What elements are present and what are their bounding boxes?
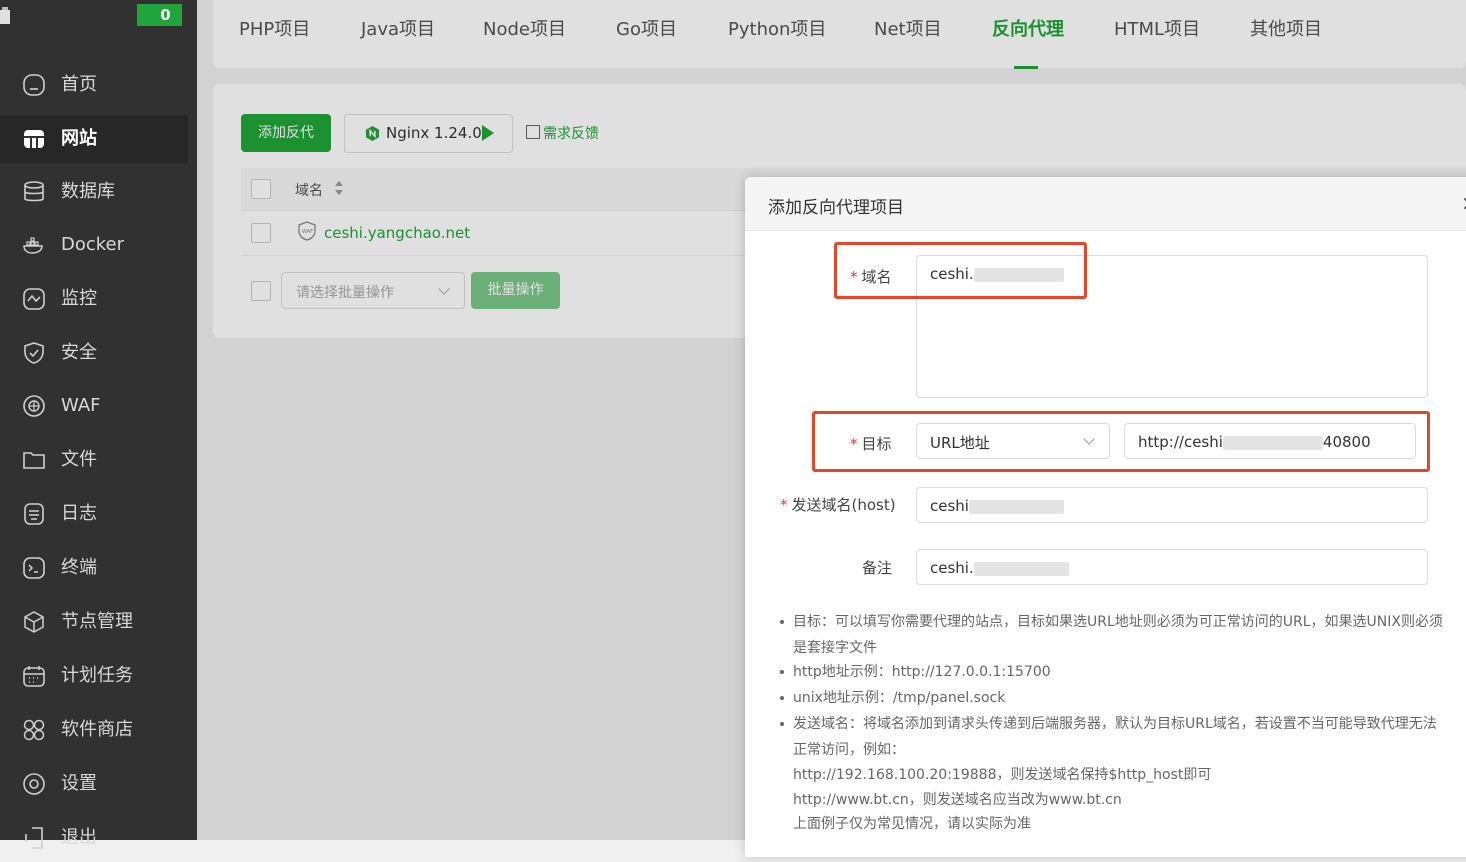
sidebar-item-settings[interactable]: 设置 xyxy=(0,760,188,808)
docker-icon xyxy=(23,237,43,254)
bullet xyxy=(780,670,784,674)
node-icon xyxy=(24,611,44,633)
sidebar-item-monitor[interactable]: 监控 xyxy=(0,275,188,323)
sidebar-item-store[interactable]: 软件商店 xyxy=(0,706,188,754)
monitor-icon xyxy=(23,288,45,310)
sidebar-item-docker[interactable]: Docker xyxy=(0,221,188,269)
home-icon xyxy=(23,74,45,96)
sidebar-item-label: 终端 xyxy=(61,557,97,578)
sidebar-item-database[interactable]: 数据库 xyxy=(0,168,188,216)
website-icon xyxy=(24,130,44,148)
sidebar-item-label: 计划任务 xyxy=(61,665,133,686)
terminal-icon xyxy=(23,557,45,579)
sidebar-item-label: 首页 xyxy=(61,74,97,95)
help-line: 目标：可以填写你需要代理的站点，目标如果选URL地址则必须为可正常访问的URL，… xyxy=(793,614,1443,630)
sidebar-item-label: 安全 xyxy=(61,342,97,363)
send-host-input[interactable]: ceshi xyxy=(916,487,1428,523)
sidebar-item-label: 退出 xyxy=(61,827,97,848)
help-line: http://192.168.100.20:19888，则发送域名保持$http… xyxy=(793,767,1212,783)
sidebar-item-label: 日志 xyxy=(61,503,97,524)
settings-icon xyxy=(23,773,45,795)
remark-input[interactable]: ceshi. xyxy=(916,549,1428,585)
highlight-box-target xyxy=(812,411,1430,472)
sidebar: 0 首页 网站 数据库 Docker 监控 安全 WAF 文件 日志 终端 节点… xyxy=(0,0,197,849)
bullet xyxy=(780,696,784,700)
close-icon[interactable]: × xyxy=(1461,191,1466,215)
database-icon xyxy=(24,181,44,202)
sidebar-item-label: 软件商店 xyxy=(61,719,133,740)
bullet xyxy=(780,722,784,726)
sidebar-item-files[interactable]: 文件 xyxy=(0,436,188,484)
host-label: * 发送域名(host) xyxy=(780,496,896,514)
folder-icon xyxy=(23,452,45,469)
sidebar-item-label: 监控 xyxy=(61,288,97,309)
dialog-title: 添加反向代理项目 xyxy=(768,198,904,218)
highlight-box-domain xyxy=(834,242,1087,299)
sidebar-item-nodes[interactable]: 节点管理 xyxy=(0,598,188,646)
help-line: 是套接字文件 xyxy=(793,640,877,656)
sidebar-item-label: WAF xyxy=(61,395,101,416)
bullet xyxy=(780,620,784,624)
sidebar-item-security[interactable]: 安全 xyxy=(0,329,188,377)
sidebar-item-cron[interactable]: 计划任务 xyxy=(0,652,188,700)
help-line: 发送域名：将域名添加到请求头传递到后端服务器，默认为目标URL域名，若设置不当可… xyxy=(793,716,1437,732)
help-line: http://www.bt.cn，则发送域名应当改为www.bt.cn xyxy=(793,792,1122,808)
sidebar-item-logs[interactable]: 日志 xyxy=(0,490,188,538)
help-line: 正常访问，例如： xyxy=(793,742,905,758)
calendar-icon xyxy=(23,666,45,687)
sidebar-item-waf[interactable]: WAF xyxy=(0,382,188,430)
sidebar-item-label: 网站 xyxy=(61,128,97,149)
remark-label: 备注 xyxy=(862,559,893,577)
help-line: 上面例子仅为常见情况，请以实际为准 xyxy=(793,816,1031,832)
sidebar-item-label: 节点管理 xyxy=(61,611,133,632)
notification-badge[interactable]: 0 xyxy=(137,4,182,26)
logo-icon xyxy=(0,7,10,24)
shield-icon xyxy=(24,342,44,364)
sidebar-item-home[interactable]: 首页 xyxy=(0,61,188,109)
apps-icon xyxy=(23,719,45,741)
sidebar-item-label: Docker xyxy=(61,234,125,255)
waf-icon xyxy=(23,395,45,417)
help-line: http地址示例：http://127.0.0.1:15700 xyxy=(793,664,1051,680)
log-icon xyxy=(24,503,44,525)
sidebar-item-website[interactable]: 网站 xyxy=(0,115,188,163)
sidebar-item-logout[interactable]: 退出 xyxy=(0,814,188,862)
sidebar-item-terminal[interactable]: 终端 xyxy=(0,544,188,592)
logout-icon xyxy=(25,827,43,849)
dialog-header: 添加反向代理项目 × xyxy=(745,177,1466,231)
sidebar-item-label: 数据库 xyxy=(61,181,115,202)
sidebar-item-label: 设置 xyxy=(61,773,97,794)
sidebar-item-label: 文件 xyxy=(61,449,97,470)
help-line: unix地址示例：/tmp/panel.sock xyxy=(793,690,1006,706)
